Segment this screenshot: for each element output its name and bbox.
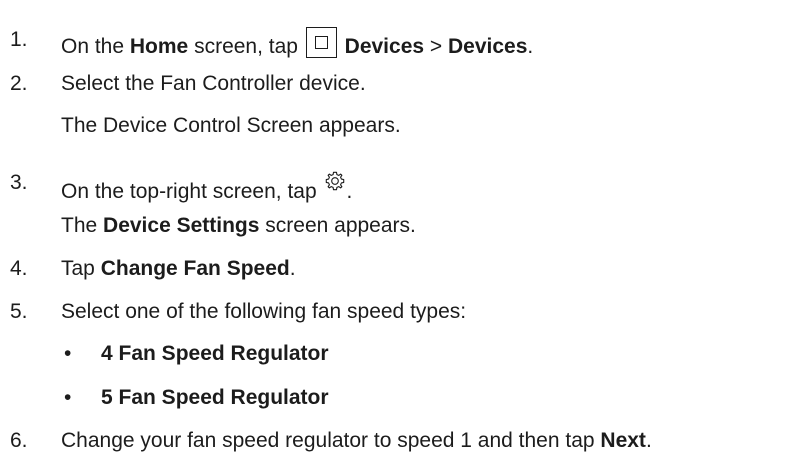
step-number: 1. [10, 28, 28, 51]
devices-sub-label: Devices [448, 35, 528, 58]
step-text: Change your fan speed regulator to speed… [61, 429, 652, 452]
fan-speed-option-4: 4 Fan Speed Regulator [101, 342, 329, 365]
home-square-icon [305, 27, 337, 58]
gear-icon [326, 171, 345, 191]
step-3-result: The Device Settings screen appears. [61, 214, 416, 237]
step-number: 5. [10, 300, 28, 323]
home-screen-label: Home [129, 35, 189, 58]
next-label: Next [600, 429, 646, 452]
step-number: 4. [10, 257, 28, 280]
bullet-icon: • [64, 386, 72, 409]
device-settings-label: Device Settings [103, 214, 260, 237]
step-2-result: The Device Control Screen appears. [61, 114, 401, 137]
step-text: On the top-right screen, tap . [61, 170, 352, 205]
step-text: Select one of the following fan speed ty… [61, 300, 467, 323]
step-number: 2. [10, 72, 28, 95]
step-text: Tap Change Fan Speed. [61, 257, 296, 280]
devices-label: Devices [344, 35, 425, 58]
step-number: 6. [10, 429, 28, 452]
change-fan-speed-label: Change Fan Speed [100, 257, 290, 280]
bullet-icon: • [64, 342, 72, 365]
step-text: Select the Fan Controller device. [61, 72, 366, 95]
step-text: On the Home screen, tap Devices > Device… [61, 27, 533, 60]
step-number: 3. [10, 171, 28, 194]
fan-speed-option-5: 5 Fan Speed Regulator [101, 386, 329, 409]
